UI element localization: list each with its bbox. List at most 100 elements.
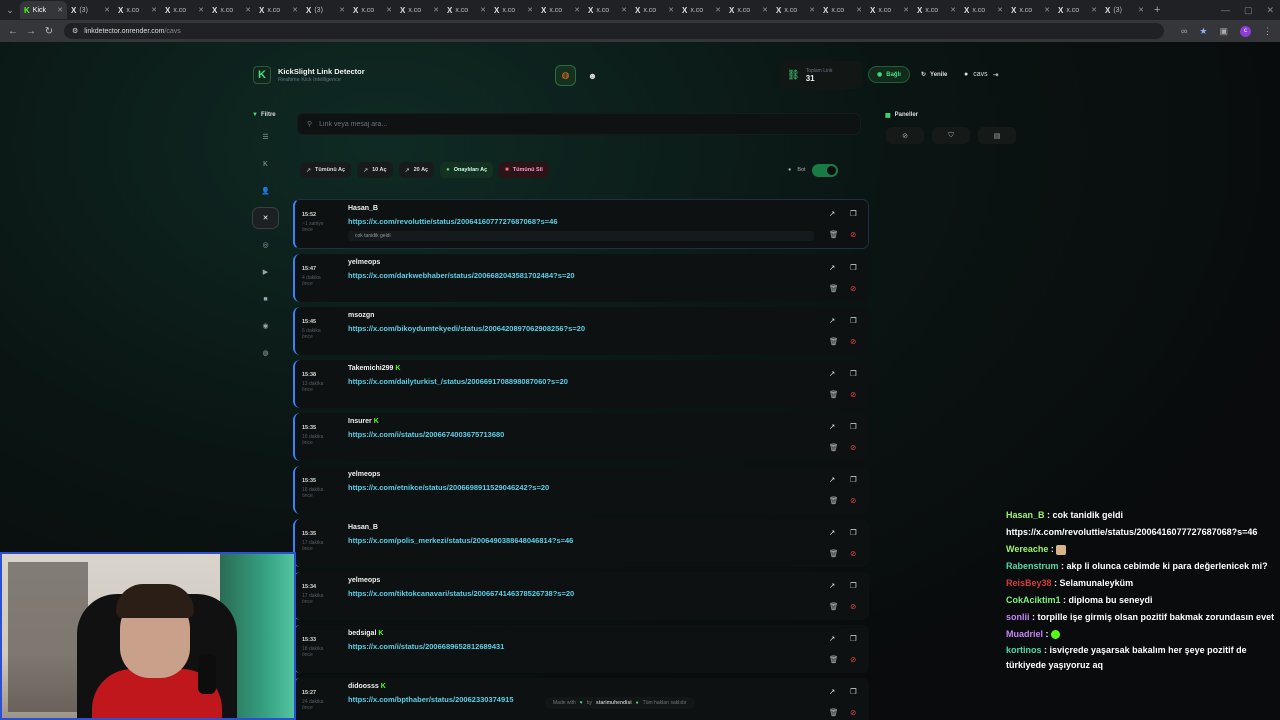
- ban-icon[interactable]: ⊘: [850, 230, 856, 239]
- browser-tab[interactable]: Xx.co ✕: [584, 1, 631, 19]
- close-tab-icon[interactable]: ✕: [762, 6, 768, 14]
- ban-icon[interactable]: ⊘: [850, 708, 856, 717]
- link-url[interactable]: https://x.com/bpthaber/status/2006233037…: [348, 695, 514, 704]
- close-tab-icon[interactable]: ✕: [574, 6, 580, 14]
- browser-tab[interactable]: Xx.co ✕: [208, 1, 255, 19]
- link-url[interactable]: https://x.com/bikoydumtekyedi/status/200…: [348, 324, 585, 333]
- browser-tab[interactable]: Xx.co ✕: [913, 1, 960, 19]
- filter-camera-button[interactable]: ◉: [252, 315, 279, 337]
- back-icon[interactable]: ←: [4, 26, 22, 37]
- delete-icon[interactable]: 🗑: [829, 549, 839, 558]
- delete-icon[interactable]: 🗑: [829, 284, 839, 293]
- ban-icon[interactable]: ⊘: [850, 496, 856, 505]
- filter-globe-button[interactable]: ◍: [252, 342, 279, 364]
- close-tab-icon[interactable]: ✕: [104, 6, 110, 14]
- copy-icon[interactable]: ❐: [850, 209, 857, 218]
- close-tab-icon[interactable]: ✕: [245, 6, 251, 14]
- open-link-icon[interactable]: ↗: [829, 316, 835, 325]
- close-tab-icon[interactable]: ✕: [668, 6, 674, 14]
- open-link-icon[interactable]: ↗: [829, 422, 835, 431]
- open-link-icon[interactable]: ↗: [829, 209, 835, 218]
- delete-icon[interactable]: 🗑: [829, 337, 839, 346]
- copy-icon[interactable]: ❐: [850, 475, 857, 484]
- open-link-icon[interactable]: ↗: [829, 369, 835, 378]
- archive-panel-button[interactable]: ▤: [978, 127, 1016, 144]
- extensions-icon[interactable]: ▣: [1219, 26, 1228, 37]
- filter-users-button[interactable]: 👤: [252, 180, 279, 202]
- browser-tab[interactable]: Xx.co ✕: [725, 1, 772, 19]
- link-url[interactable]: https://x.com/i/status/20066896528126894…: [348, 642, 504, 651]
- browser-tab[interactable]: Xx.co ✕: [255, 1, 302, 19]
- link-url[interactable]: https://x.com/etnikce/status/20066989115…: [348, 483, 549, 492]
- filter-video-button[interactable]: ■: [252, 288, 279, 310]
- ban-icon[interactable]: ⊘: [850, 284, 856, 293]
- action-button[interactable]: ↗ 20 Aç: [398, 162, 435, 178]
- shield-panel-button[interactable]: ⛉: [932, 127, 970, 144]
- close-tab-icon[interactable]: ✕: [1044, 6, 1050, 14]
- browser-tab[interactable]: Xx.co ✕: [1007, 1, 1054, 19]
- delete-icon[interactable]: 🗑: [829, 655, 839, 664]
- browser-tab[interactable]: X (3) ✕: [1101, 1, 1148, 19]
- delete-icon[interactable]: 🗑: [829, 390, 839, 399]
- blocked-panel-button[interactable]: ⊘: [886, 127, 924, 144]
- filter-youtube-button[interactable]: ▶: [252, 261, 279, 283]
- close-window-icon[interactable]: ✕: [1266, 5, 1274, 16]
- link-url[interactable]: https://x.com/revoluttie/status/20064160…: [348, 217, 558, 226]
- ban-icon[interactable]: ⊘: [850, 443, 856, 452]
- incognito-icon[interactable]: ∞: [1181, 26, 1187, 36]
- search-input[interactable]: [319, 120, 820, 128]
- filter-x-button[interactable]: ✕: [252, 207, 279, 229]
- link-url[interactable]: https://x.com/darkwebhaber/status/200668…: [348, 271, 575, 280]
- link-url[interactable]: https://x.com/tiktokcanavari/status/2006…: [348, 589, 574, 598]
- close-tab-icon[interactable]: ✕: [433, 6, 439, 14]
- close-tab-icon[interactable]: ✕: [903, 6, 909, 14]
- open-link-icon[interactable]: ↗: [829, 263, 835, 272]
- filter-instagram-button[interactable]: ◎: [252, 234, 279, 256]
- browser-tab[interactable]: Xx.co ✕: [537, 1, 584, 19]
- bot-toggle[interactable]: [811, 163, 838, 177]
- browser-menu-icon[interactable]: ⋮: [1263, 26, 1272, 37]
- copy-icon[interactable]: ❐: [850, 422, 857, 431]
- kick-platform-icon[interactable]: ◍: [555, 65, 576, 86]
- refresh-button[interactable]: ↻ Yenile: [916, 66, 952, 83]
- action-button[interactable]: ■ Tümünü Sil: [499, 162, 549, 178]
- browser-tab[interactable]: Xx.co ✕: [114, 1, 161, 19]
- ban-icon[interactable]: ⊘: [850, 602, 856, 611]
- action-button[interactable]: ↗ 10 Aç: [357, 162, 393, 178]
- browser-tab[interactable]: Xx.co ✕: [396, 1, 443, 19]
- delete-icon[interactable]: 🗑: [829, 230, 839, 239]
- copy-icon[interactable]: ❐: [850, 528, 857, 537]
- link-url[interactable]: https://x.com/dailyturkist_/status/20066…: [348, 377, 568, 386]
- url-field[interactable]: ⚙ linkdetector.onrender.com/cavs: [64, 23, 1164, 39]
- ban-icon[interactable]: ⊘: [850, 390, 856, 399]
- delete-icon[interactable]: 🗑: [829, 602, 839, 611]
- close-tab-icon[interactable]: ✕: [1138, 6, 1144, 14]
- browser-tab[interactable]: Xx.co ✕: [490, 1, 537, 19]
- copy-icon[interactable]: ❐: [850, 687, 857, 696]
- copy-icon[interactable]: ❐: [850, 634, 857, 643]
- close-tab-icon[interactable]: ✕: [292, 6, 298, 14]
- link-url[interactable]: https://x.com/i/status/20066740036757136…: [348, 430, 504, 439]
- close-tab-icon[interactable]: ✕: [339, 6, 345, 14]
- browser-tab[interactable]: K Kick ✕: [20, 1, 67, 19]
- filter-list-button[interactable]: ☰: [252, 126, 279, 148]
- browser-tab[interactable]: Xx.co ✕: [443, 1, 490, 19]
- maximize-icon[interactable]: ▢: [1244, 5, 1253, 16]
- logout-icon[interactable]: ⇥: [993, 71, 999, 79]
- copy-icon[interactable]: ❐: [850, 581, 857, 590]
- browser-tab[interactable]: Xx.co ✕: [960, 1, 1007, 19]
- close-tab-icon[interactable]: ✕: [151, 6, 157, 14]
- close-tab-icon[interactable]: ✕: [1091, 6, 1097, 14]
- ban-icon[interactable]: ⊘: [850, 337, 856, 346]
- open-link-icon[interactable]: ↗: [829, 581, 835, 590]
- reload-icon[interactable]: ↻: [40, 26, 58, 37]
- close-tab-icon[interactable]: ✕: [480, 6, 486, 14]
- minimize-icon[interactable]: —: [1221, 5, 1230, 15]
- open-link-icon[interactable]: ↗: [829, 528, 835, 537]
- delete-icon[interactable]: 🗑: [829, 443, 839, 452]
- profile-avatar[interactable]: c: [1240, 25, 1251, 37]
- bot-platform-icon[interactable]: ☻: [582, 65, 603, 86]
- close-tab-icon[interactable]: ✕: [950, 6, 956, 14]
- browser-tab[interactable]: Xx.co ✕: [161, 1, 208, 19]
- forward-icon[interactable]: →: [22, 26, 40, 37]
